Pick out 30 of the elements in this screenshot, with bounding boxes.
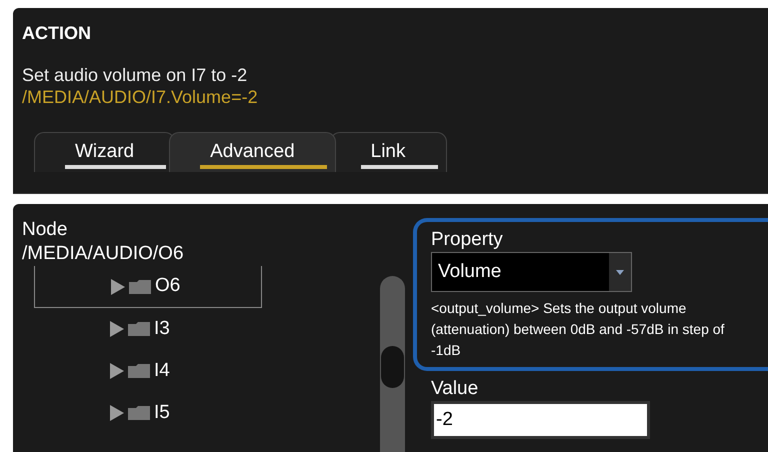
expand-arrow-icon — [110, 363, 124, 379]
tree-label: I3 — [154, 316, 170, 341]
expand-arrow-icon — [110, 405, 124, 421]
expand-arrow-icon — [110, 321, 124, 337]
expand-arrow-icon — [111, 278, 125, 294]
property-label: Property — [431, 228, 504, 252]
tree-item[interactable]: O6 — [34, 266, 262, 308]
tree-label: I4 — [154, 358, 170, 383]
folder-icon — [129, 280, 151, 294]
dropdown-arrow-icon — [616, 270, 624, 274]
value-field[interactable]: -2 — [431, 401, 650, 439]
tree-label: O6 — [155, 274, 180, 298]
action-command: /MEDIA/AUDIO/I7.Volume=-2 — [22, 86, 259, 108]
tree-label: I5 — [154, 400, 170, 425]
scrollbar-thumb[interactable] — [381, 346, 404, 388]
node-label: Node — [22, 218, 68, 242]
action-description: Set audio volume on I7 to -2 — [22, 64, 248, 86]
value-label: Value — [431, 377, 480, 401]
tree-item[interactable]: I3 — [34, 308, 262, 350]
folder-icon — [128, 322, 150, 336]
tab[interactable]: Advanced — [169, 132, 336, 172]
tree-item[interactable]: I5 — [34, 392, 262, 434]
property-help: <output_volume> Sets the output volume (attenuation) between 0dB and -57dB in step of -1dB — [431, 299, 726, 360]
folder-icon — [128, 364, 150, 378]
section-title: ACTION — [22, 22, 92, 44]
scrollbar-track[interactable] — [380, 276, 405, 452]
folder-icon — [128, 406, 150, 420]
node-path: /MEDIA/AUDIO/O6 — [22, 242, 185, 266]
tree-item[interactable]: I4 — [34, 350, 262, 392]
property-dropdown[interactable]: Volume — [431, 252, 632, 292]
